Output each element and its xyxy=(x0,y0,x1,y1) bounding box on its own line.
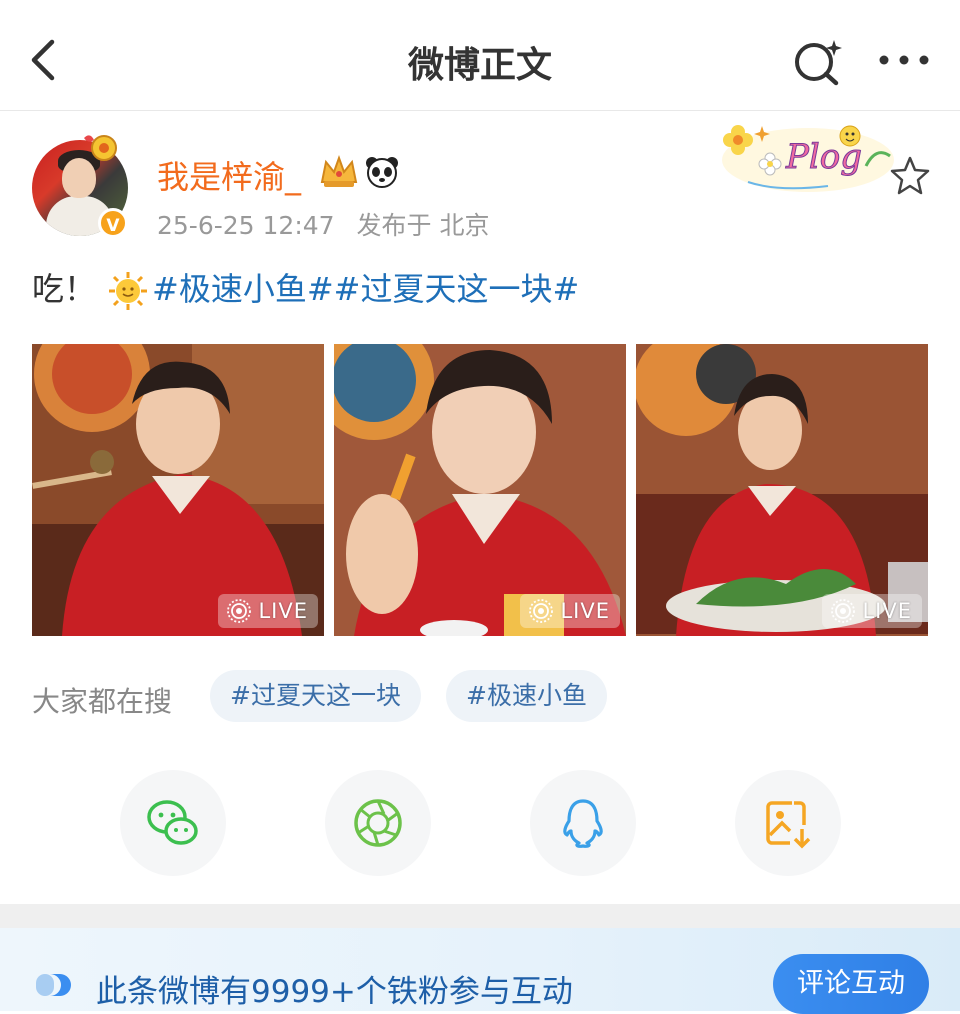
section-divider xyxy=(0,904,960,928)
username[interactable]: 我是梓渝_ xyxy=(157,152,301,198)
post-photo-1[interactable]: LIVE xyxy=(32,344,324,636)
verified-badge: V xyxy=(98,208,128,238)
save-image-button[interactable] xyxy=(735,770,841,876)
sun-emoji-icon xyxy=(109,272,148,310)
photo-scene xyxy=(636,344,928,636)
panda-badge-icon xyxy=(366,157,398,188)
trending-search-label: 大家都在搜 xyxy=(32,685,173,718)
live-photo-icon xyxy=(831,599,856,623)
avatar-pendant-icon xyxy=(84,135,117,161)
photo-scene xyxy=(32,344,324,636)
trending-tag[interactable]: #过夏天这一块 xyxy=(210,670,421,722)
post-meta: 25-6-25 12:47 发布于 北京 xyxy=(157,206,503,242)
qq-icon xyxy=(563,799,603,848)
live-badge: LIVE xyxy=(218,594,318,628)
top-bar: 微博正文 xyxy=(0,0,960,111)
more-dots-icon xyxy=(879,55,929,65)
live-label: LIVE xyxy=(862,599,912,623)
fan-interaction-banner: 此条微博有9999+个铁粉参与互动 评论互动 xyxy=(0,928,960,1014)
plog-sticker-icon: Plog xyxy=(722,125,894,192)
search-button[interactable] xyxy=(790,36,846,86)
share-wechat-button[interactable] xyxy=(120,770,226,876)
post-time: 25-6-25 12:47 xyxy=(157,211,335,240)
hashtag-link[interactable]: #过夏天这一块# xyxy=(334,270,580,308)
post-photo-3[interactable]: LIVE xyxy=(636,344,928,636)
live-label: LIVE xyxy=(258,599,308,623)
post-location: 发布于 北京 xyxy=(356,211,490,240)
search-sparkle-icon xyxy=(795,40,842,86)
save-image-icon xyxy=(766,801,811,849)
post-text: 吃！ #极速小鱼##过夏天这一块# xyxy=(32,264,579,311)
hashtag-link[interactable]: #极速小鱼# xyxy=(152,270,334,308)
share-qq-button[interactable] xyxy=(530,770,636,876)
live-photo-icon xyxy=(227,599,252,623)
trending-tag[interactable]: #极速小鱼 xyxy=(446,670,607,722)
favorite-button[interactable] xyxy=(888,154,932,198)
live-badge: LIVE xyxy=(520,594,620,628)
star-icon xyxy=(890,156,930,195)
post-photo-2[interactable]: LIVE xyxy=(334,344,626,636)
comment-interact-button[interactable]: 评论互动 xyxy=(773,954,929,1014)
live-label: LIVE xyxy=(560,599,610,623)
post-text-prefix: 吃！ xyxy=(32,270,97,308)
live-badge: LIVE xyxy=(822,594,922,628)
live-photo-icon xyxy=(529,599,554,623)
moments-icon xyxy=(354,799,402,847)
crown-badge-icon xyxy=(320,155,358,187)
wechat-icon xyxy=(147,800,198,845)
fans-arrow-icon xyxy=(36,974,71,996)
more-button[interactable] xyxy=(872,42,936,78)
banner-text: 此条微博有9999+个铁粉参与互动 xyxy=(96,974,573,1010)
photo-scene xyxy=(334,344,626,636)
share-moments-button[interactable] xyxy=(325,770,431,876)
